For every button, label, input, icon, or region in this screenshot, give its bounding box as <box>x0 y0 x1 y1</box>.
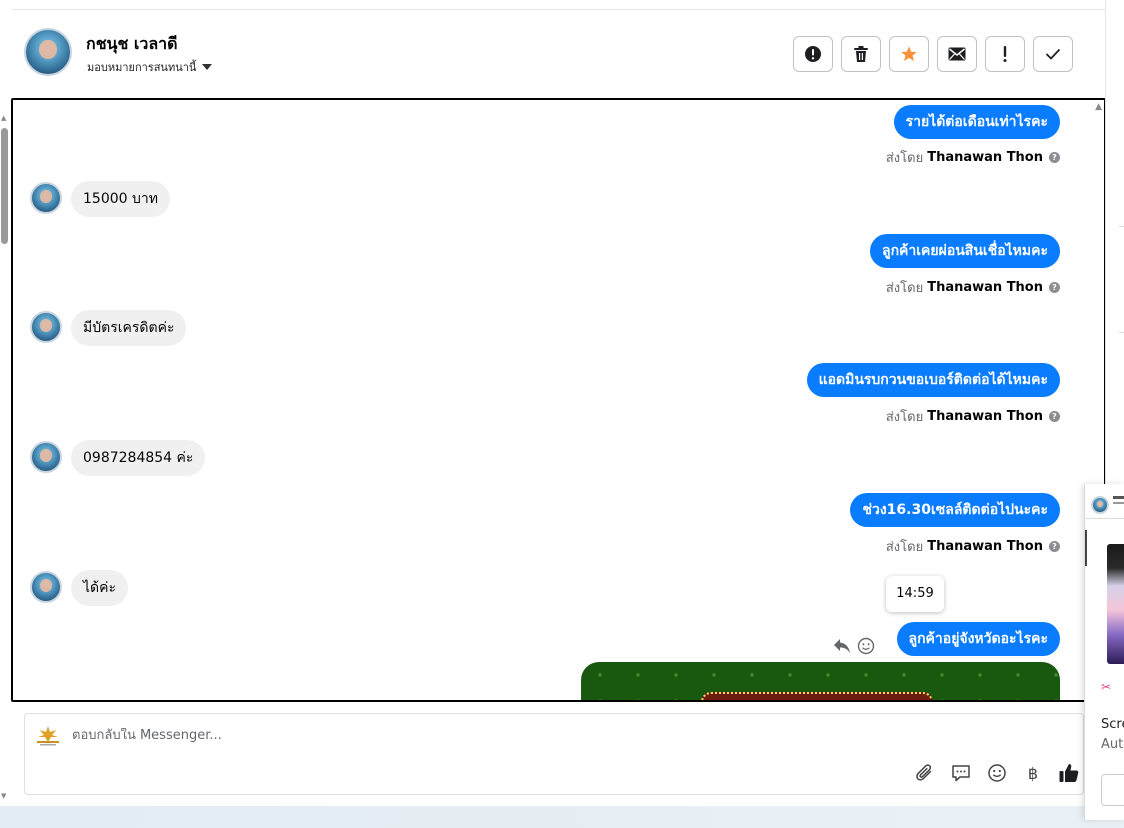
outgoing-message[interactable]: ช่วง16.30เซลล์ติดต่อไปนะคะ <box>850 493 1060 527</box>
sent-by-label: ส่งโดย Thanawan Thon ? <box>886 536 1060 557</box>
message-hover-actions <box>833 637 875 655</box>
popup-avatar <box>1091 496 1109 514</box>
page-scrollbar[interactable]: ▲ ▼ <box>0 110 9 805</box>
sender-name: Thanawan Thon <box>927 280 1043 295</box>
scroll-thumb[interactable] <box>1 128 8 244</box>
page-background-bottom <box>0 806 1124 828</box>
like-button[interactable] <box>1057 761 1081 785</box>
sent-by-label: ส่งโดย Thanawan Thon ? <box>886 147 1060 168</box>
panel-divider <box>1119 226 1124 227</box>
sent-by-prefix: ส่งโดย <box>885 151 924 166</box>
popup-action-button[interactable] <box>1101 774 1124 806</box>
sender-name: Thanawan Thon <box>927 150 1043 165</box>
outgoing-message[interactable]: แอดมินรบกวนขอเบอร์ติดต่อได้ไหมคะ <box>806 363 1060 397</box>
incoming-message[interactable]: ได้ค่ะ <box>71 570 129 606</box>
sent-by-prefix: ส่งโดย <box>885 540 924 555</box>
popup-edge-bar <box>1085 530 1087 566</box>
panel-divider <box>1119 332 1124 333</box>
delete-button[interactable] <box>841 36 881 72</box>
thread-scroll-up-icon[interactable]: ▲ <box>1095 102 1102 112</box>
reply-icon[interactable] <box>833 638 851 654</box>
composer-tools: ฿ <box>913 761 1081 785</box>
conversation-toolbar <box>793 36 1073 72</box>
mark-spam-button[interactable] <box>793 36 833 72</box>
popup-divider <box>1085 518 1124 519</box>
popup-line-2: Auto <box>1101 737 1124 752</box>
smiley-icon <box>988 764 1006 782</box>
notification-popup[interactable]: ✂ Scre Auto <box>1084 484 1124 820</box>
trash-icon <box>854 46 868 62</box>
star-button[interactable] <box>889 36 929 72</box>
emoji-button[interactable] <box>985 761 1009 785</box>
popup-preview-thumbnail[interactable] <box>1107 544 1124 664</box>
incoming-message[interactable]: มีบัตรเครดิตค่ะ <box>71 310 187 346</box>
mark-unread-button[interactable] <box>937 36 977 72</box>
assign-conversation-dropdown[interactable]: มอบหมายการสนทนานี้ <box>87 58 213 76</box>
reply-input[interactable] <box>72 728 672 743</box>
sender-name: Thanawan Thon <box>927 409 1043 424</box>
incoming-message[interactable]: 0987284854 ค่ะ <box>71 440 206 476</box>
popup-subtitle-bar <box>1113 502 1124 504</box>
mark-done-button[interactable] <box>1033 36 1073 72</box>
chat-bubble-icon <box>952 765 970 782</box>
reply-composer: ฿ <box>24 713 1084 795</box>
sender-avatar[interactable] <box>30 441 62 473</box>
baht-icon: ฿ <box>1027 763 1039 783</box>
incoming-message[interactable]: 15000 บาท <box>71 181 170 217</box>
exclamation-icon <box>1003 46 1007 62</box>
image-attachment[interactable] <box>581 662 1060 700</box>
caret-down-icon <box>202 64 213 70</box>
sender-name: Thanawan Thon <box>927 539 1043 554</box>
scroll-down-arrow-icon[interactable]: ▼ <box>1 792 6 800</box>
right-panel-edge <box>1105 0 1124 484</box>
outgoing-message[interactable]: ลูกค้าเคยผ่อนสินเชื่อไหมคะ <box>869 234 1060 268</box>
sender-avatar[interactable] <box>30 182 62 214</box>
help-icon[interactable]: ? <box>1049 541 1060 552</box>
top-divider <box>12 9 1105 10</box>
outgoing-message[interactable]: รายได้ต่อเดือนเท่าไรคะ <box>893 105 1060 139</box>
star-icon <box>901 46 917 62</box>
thumbs-up-icon <box>1059 764 1079 782</box>
react-smiley-icon[interactable] <box>857 637 875 655</box>
image-marquee-banner <box>701 692 933 700</box>
help-icon[interactable]: ? <box>1049 152 1060 163</box>
message-timestamp-tooltip: 14:59 <box>886 576 944 612</box>
popup-line-1: Scre <box>1101 717 1124 732</box>
popup-title-bar <box>1113 496 1124 499</box>
inbox-app: ▲ ▼ กชนุช เวลาดี มอบหมายการสนทนานี้ ▲ รา… <box>0 0 1106 806</box>
contact-avatar[interactable] <box>24 28 72 76</box>
sent-by-label: ส่งโดย Thanawan Thon ? <box>886 277 1060 298</box>
follow-up-button[interactable] <box>985 36 1025 72</box>
sent-by-prefix: ส่งโดย <box>885 410 924 425</box>
exclamation-circle-icon <box>805 46 821 62</box>
sender-avatar[interactable] <box>30 311 62 343</box>
assign-label: มอบหมายการสนทนานี้ <box>87 61 197 74</box>
checkmark-icon <box>1045 48 1061 60</box>
attach-button[interactable] <box>913 761 937 785</box>
scroll-up-arrow-icon[interactable]: ▲ <box>1 114 6 122</box>
sent-by-prefix: ส่งโดย <box>885 281 924 296</box>
page-logo-icon <box>37 726 59 746</box>
outgoing-message[interactable]: ลูกค้าอยู่จังหวัดอะไรคะ <box>896 622 1060 656</box>
help-icon[interactable]: ? <box>1049 411 1060 422</box>
message-thread[interactable]: ▲ รายได้ต่อเดือนเท่าไรคะ ส่งโดย Thanawan… <box>11 98 1106 702</box>
saved-replies-button[interactable] <box>949 761 973 785</box>
help-icon[interactable]: ? <box>1049 282 1060 293</box>
sent-by-label: ส่งโดย Thanawan Thon ? <box>886 406 1060 427</box>
contact-name[interactable]: กชนุช เวลาดี <box>86 32 178 57</box>
envelope-icon <box>948 47 966 61</box>
payment-button[interactable]: ฿ <box>1021 761 1045 785</box>
paperclip-icon <box>916 764 932 781</box>
sender-avatar[interactable] <box>30 571 62 603</box>
snipping-tool-icon: ✂ <box>1101 680 1112 694</box>
